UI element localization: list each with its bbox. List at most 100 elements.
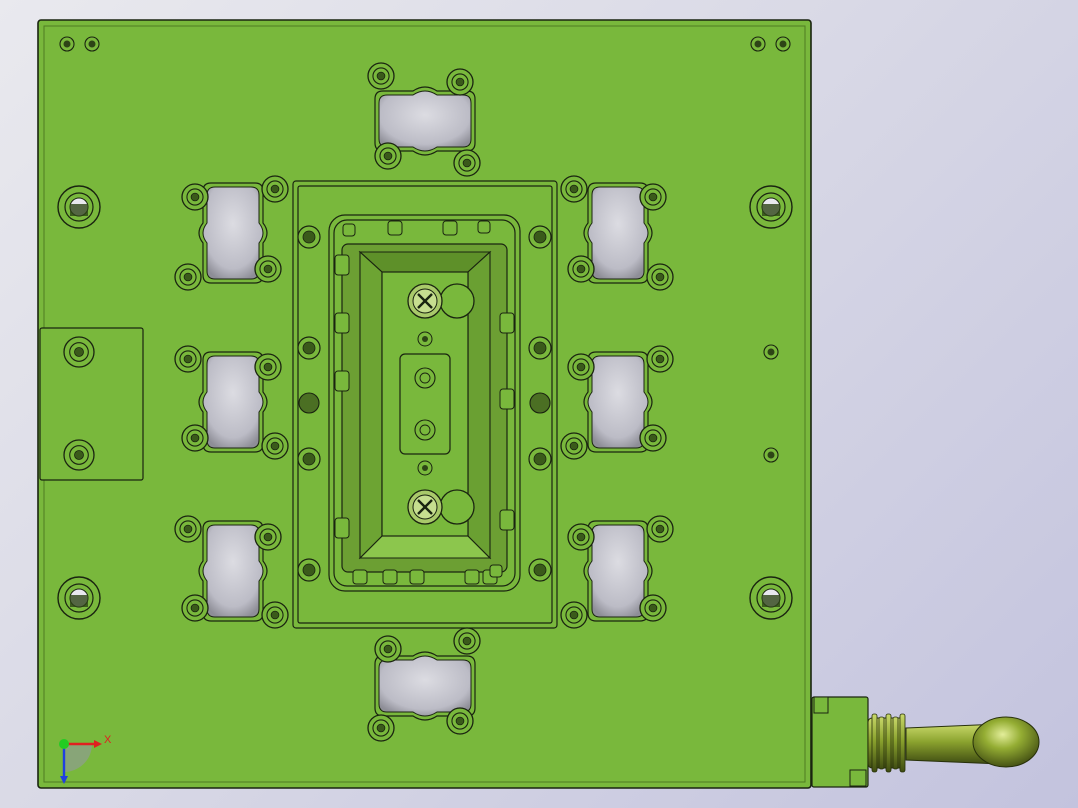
guide-pin-shadow (70, 595, 88, 607)
bolt-hole-core (569, 184, 579, 194)
bolt-hole-core (576, 362, 586, 372)
cad-viewport[interactable]: X (0, 0, 1078, 808)
slot-hole-inner (419, 372, 431, 384)
core-bevel-face (358, 535, 492, 559)
bolt-hole-core (462, 636, 472, 646)
rim-tab (387, 220, 403, 236)
rim-tab (477, 220, 491, 234)
bolt-hole-core (576, 264, 586, 274)
frame-screw-head (533, 341, 547, 355)
bolt-hole-core (383, 644, 393, 654)
bolt-hole-core (648, 603, 658, 613)
dowel-hole (298, 392, 320, 414)
origin-dot (59, 739, 69, 749)
rim-tab (499, 312, 515, 334)
rim-tab (334, 370, 350, 392)
cavity-pocket (587, 355, 649, 449)
cavity-pocket (587, 186, 649, 280)
rim-tab (382, 569, 398, 585)
rim-tab (334, 254, 350, 276)
ejector-pin-hole (439, 283, 475, 319)
small-tapped-hole-core (779, 40, 787, 48)
bolt-hole-core (655, 354, 665, 364)
bolt-hole-core (74, 347, 84, 357)
cavity-pocket (587, 524, 649, 618)
frame-screw-head (533, 230, 547, 244)
bolt-hole-core (455, 77, 465, 87)
rim-tab (352, 569, 368, 585)
bolt-hole-core (648, 433, 658, 443)
bolt-hole-core (270, 184, 280, 194)
bolt-hole-core (569, 441, 579, 451)
bolt-hole-core (569, 610, 579, 620)
handle-ring (871, 713, 878, 773)
bolt-hole-core (576, 532, 586, 542)
frame-screw-head (302, 230, 316, 244)
rim-tab (499, 509, 515, 531)
guide-pin-shadow (762, 595, 780, 607)
rim-tab (409, 569, 425, 585)
frame-screw-head (302, 341, 316, 355)
bolt-hole-core (648, 192, 658, 202)
small-tapped-hole-core (88, 40, 96, 48)
bolt-hole-core (190, 433, 200, 443)
bolt-hole-core (183, 354, 193, 364)
bolt-hole-core (462, 158, 472, 168)
bolt-hole-core (270, 441, 280, 451)
bolt-hole-core (263, 532, 273, 542)
handle-ring (899, 713, 906, 773)
handle-shaft[interactable] (867, 713, 1040, 773)
cavity-pocket (378, 655, 472, 717)
small-tapped-hole-core (63, 40, 71, 48)
handle-ball-knob[interactable] (972, 716, 1040, 768)
bolt-hole-core (190, 192, 200, 202)
rim-tab (342, 223, 356, 237)
rim-tab (334, 517, 350, 539)
handle-ring (892, 716, 899, 770)
bolt-hole-core (376, 71, 386, 81)
ejector-pin-hole (439, 489, 475, 525)
small-tapped-hole-core (767, 348, 775, 356)
guide-pin-shadow (70, 204, 88, 216)
guide-pin-shadow (762, 204, 780, 216)
rim-tab (442, 220, 458, 236)
center-insert[interactable] (292, 180, 558, 629)
handle-mount-tab (813, 696, 829, 714)
vent-hole-core (422, 465, 428, 471)
bolt-hole-core (655, 272, 665, 282)
cavity-pocket (378, 90, 472, 152)
bolt-hole-core (190, 603, 200, 613)
small-tapped-hole-core (754, 40, 762, 48)
rim-tab (489, 564, 503, 578)
vent-hole-core (422, 336, 428, 342)
bolt-hole-core (183, 272, 193, 282)
x-axis-label: X (104, 734, 112, 746)
rim-tab (334, 312, 350, 334)
frame-screw-head (533, 452, 547, 466)
bolt-hole-core (376, 723, 386, 733)
cavity-pocket (202, 355, 264, 449)
ball-knob-handle-icon[interactable] (811, 696, 1040, 788)
cavity-pocket (202, 524, 264, 618)
frame-screw-head (302, 563, 316, 577)
handle-ring (878, 716, 885, 770)
frame-screw-head (533, 563, 547, 577)
handle-ring (885, 713, 892, 773)
bolt-hole-core (455, 716, 465, 726)
cavity-pocket (202, 186, 264, 280)
bolt-hole-core (263, 362, 273, 372)
small-tapped-hole-core (767, 451, 775, 459)
bolt-hole-core (270, 610, 280, 620)
dowel-hole (529, 392, 551, 414)
handle-mount-tab-lower (849, 769, 867, 787)
bolt-hole-core (383, 151, 393, 161)
bolt-hole-core (183, 524, 193, 534)
mold-base-drawing[interactable]: X (0, 0, 1078, 808)
bolt-hole-core (263, 264, 273, 274)
bolt-hole-core (655, 524, 665, 534)
bolt-hole-core (74, 450, 84, 460)
core-bevel-face (359, 250, 383, 560)
rim-tab (464, 569, 480, 585)
slot-hole-inner (419, 424, 431, 436)
rim-tab (499, 388, 515, 410)
